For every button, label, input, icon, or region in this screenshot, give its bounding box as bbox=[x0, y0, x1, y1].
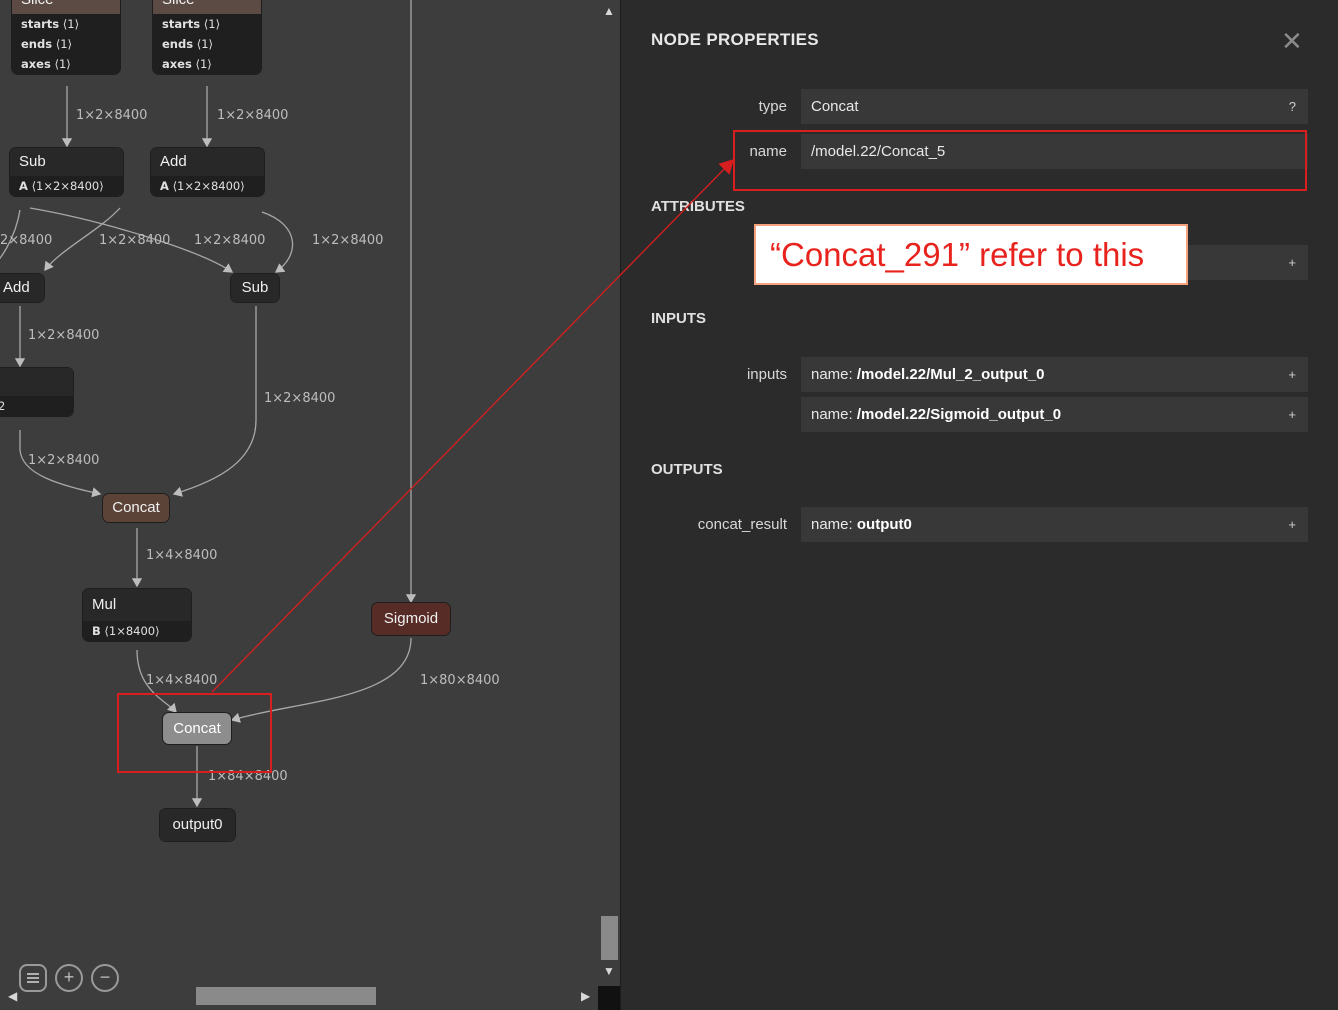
attributes-section-title: ATTRIBUTES bbox=[651, 198, 745, 215]
node-output[interactable]: output0 bbox=[160, 809, 235, 841]
node-add-2[interactable]: Add bbox=[0, 274, 44, 302]
expand-icon[interactable]: + bbox=[1288, 245, 1296, 280]
node-title: Sigmoid bbox=[372, 603, 450, 635]
node-title: Add bbox=[0, 274, 44, 302]
node-attr: ends ⟨1⟩ bbox=[153, 34, 261, 54]
node-attr: axes ⟨1⟩ bbox=[153, 54, 261, 74]
node-title: Slice bbox=[12, 0, 120, 14]
panel-title: NODE PROPERTIES bbox=[651, 30, 819, 49]
edge-label: 1×2×8400 bbox=[217, 108, 289, 123]
zoom-out-icon[interactable]: − bbox=[91, 964, 119, 992]
node-attr: ends ⟨1⟩ bbox=[12, 34, 120, 54]
node-title: Add bbox=[151, 148, 264, 176]
node-title: output0 bbox=[160, 809, 235, 841]
input-row[interactable]: name: /model.22/Sigmoid_output_0 + bbox=[801, 397, 1308, 432]
close-icon[interactable]: ✕ bbox=[1281, 26, 1303, 57]
node-concat-1[interactable]: Concat bbox=[103, 494, 169, 522]
scroll-up-arrow-icon[interactable]: ▲ bbox=[603, 4, 615, 18]
node-title: Mul bbox=[83, 589, 191, 621]
edge-label: 1×80×8400 bbox=[420, 673, 500, 688]
node-sub-1[interactable]: Sub A ⟨1×2×8400⟩ bbox=[10, 148, 123, 196]
vertical-scrollbar[interactable] bbox=[598, 0, 620, 990]
name-row-highlight bbox=[733, 130, 1307, 191]
node-sigmoid[interactable]: Sigmoid bbox=[372, 603, 450, 635]
node-attr: 2 bbox=[0, 396, 73, 416]
outputs-label: concat_result bbox=[697, 516, 787, 533]
node-attr: starts ⟨1⟩ bbox=[12, 14, 120, 34]
selected-node-highlight bbox=[117, 693, 272, 773]
type-label: type bbox=[758, 98, 787, 115]
node-title: Slice bbox=[153, 0, 261, 14]
expand-icon[interactable]: + bbox=[1288, 397, 1296, 432]
node-attr: B ⟨1×8400⟩ bbox=[83, 621, 191, 641]
edge-label: 1×2×8400 bbox=[312, 233, 384, 248]
annotation-callout: “Concat_291” refer to this bbox=[754, 224, 1188, 285]
input-row[interactable]: name: /model.22/Mul_2_output_0 + bbox=[801, 357, 1308, 392]
zoom-in-icon[interactable]: + bbox=[55, 964, 83, 992]
scroll-left-arrow-icon[interactable]: ◀ bbox=[8, 989, 17, 1003]
node-attr: A ⟨1×2×8400⟩ bbox=[10, 176, 123, 196]
edge-label: 1×2×8400 bbox=[99, 233, 171, 248]
node-attr: A ⟨1×2×8400⟩ bbox=[151, 176, 264, 196]
node-title: Concat bbox=[103, 494, 169, 522]
edge-label: 1×2×8400 bbox=[194, 233, 266, 248]
outputs-section-title: OUTPUTS bbox=[651, 461, 723, 478]
scrollbar-corner bbox=[598, 986, 620, 1010]
edge-label: 1×2×8400 bbox=[76, 108, 148, 123]
node-title bbox=[0, 368, 73, 396]
node-add-1[interactable]: Add A ⟨1×2×8400⟩ bbox=[151, 148, 264, 196]
edge-label: 1×4×8400 bbox=[146, 673, 218, 688]
node-sub-2[interactable]: Sub bbox=[231, 274, 279, 302]
node-mul[interactable]: Mul B ⟨1×8400⟩ bbox=[83, 589, 191, 641]
edge-label: 2×8400 bbox=[0, 233, 53, 248]
scroll-right-arrow-icon[interactable]: ▶ bbox=[581, 989, 590, 1003]
edge-label: 1×2×8400 bbox=[264, 391, 336, 406]
node-slice-1[interactable]: Slice starts ⟨1⟩ ends ⟨1⟩ axes ⟨1⟩ bbox=[12, 0, 120, 74]
node-title: Sub bbox=[231, 274, 279, 302]
edge-label: 1×2×8400 bbox=[28, 453, 100, 468]
type-value[interactable]: Concat ? bbox=[801, 89, 1308, 124]
edge-label: 1×4×8400 bbox=[146, 548, 218, 563]
node-attr: axes ⟨1⟩ bbox=[12, 54, 120, 74]
node-title: Sub bbox=[10, 148, 123, 176]
vertical-scrollbar-thumb[interactable] bbox=[601, 916, 618, 960]
node-partial[interactable]: 2 bbox=[0, 368, 73, 416]
scroll-down-arrow-icon[interactable]: ▼ bbox=[603, 964, 615, 978]
expand-icon[interactable]: + bbox=[1288, 507, 1296, 542]
help-icon[interactable]: ? bbox=[1289, 89, 1296, 124]
node-attr: starts ⟨1⟩ bbox=[153, 14, 261, 34]
inputs-section-title: INPUTS bbox=[651, 310, 707, 327]
expand-icon[interactable]: + bbox=[1288, 357, 1296, 392]
graph-canvas[interactable]: Slice starts ⟨1⟩ ends ⟨1⟩ axes ⟨1⟩ Slice… bbox=[0, 0, 620, 1010]
inputs-label: inputs bbox=[746, 366, 787, 383]
horizontal-scrollbar-thumb[interactable] bbox=[196, 987, 376, 1005]
output-row[interactable]: name: output0 + bbox=[801, 507, 1308, 542]
node-properties-panel: NODE PROPERTIES ✕ type Concat ? name /mo… bbox=[620, 0, 1338, 1010]
node-slice-2[interactable]: Slice starts ⟨1⟩ ends ⟨1⟩ axes ⟨1⟩ bbox=[153, 0, 261, 74]
edge-label: 1×2×8400 bbox=[28, 328, 100, 343]
list-icon[interactable] bbox=[19, 964, 47, 992]
